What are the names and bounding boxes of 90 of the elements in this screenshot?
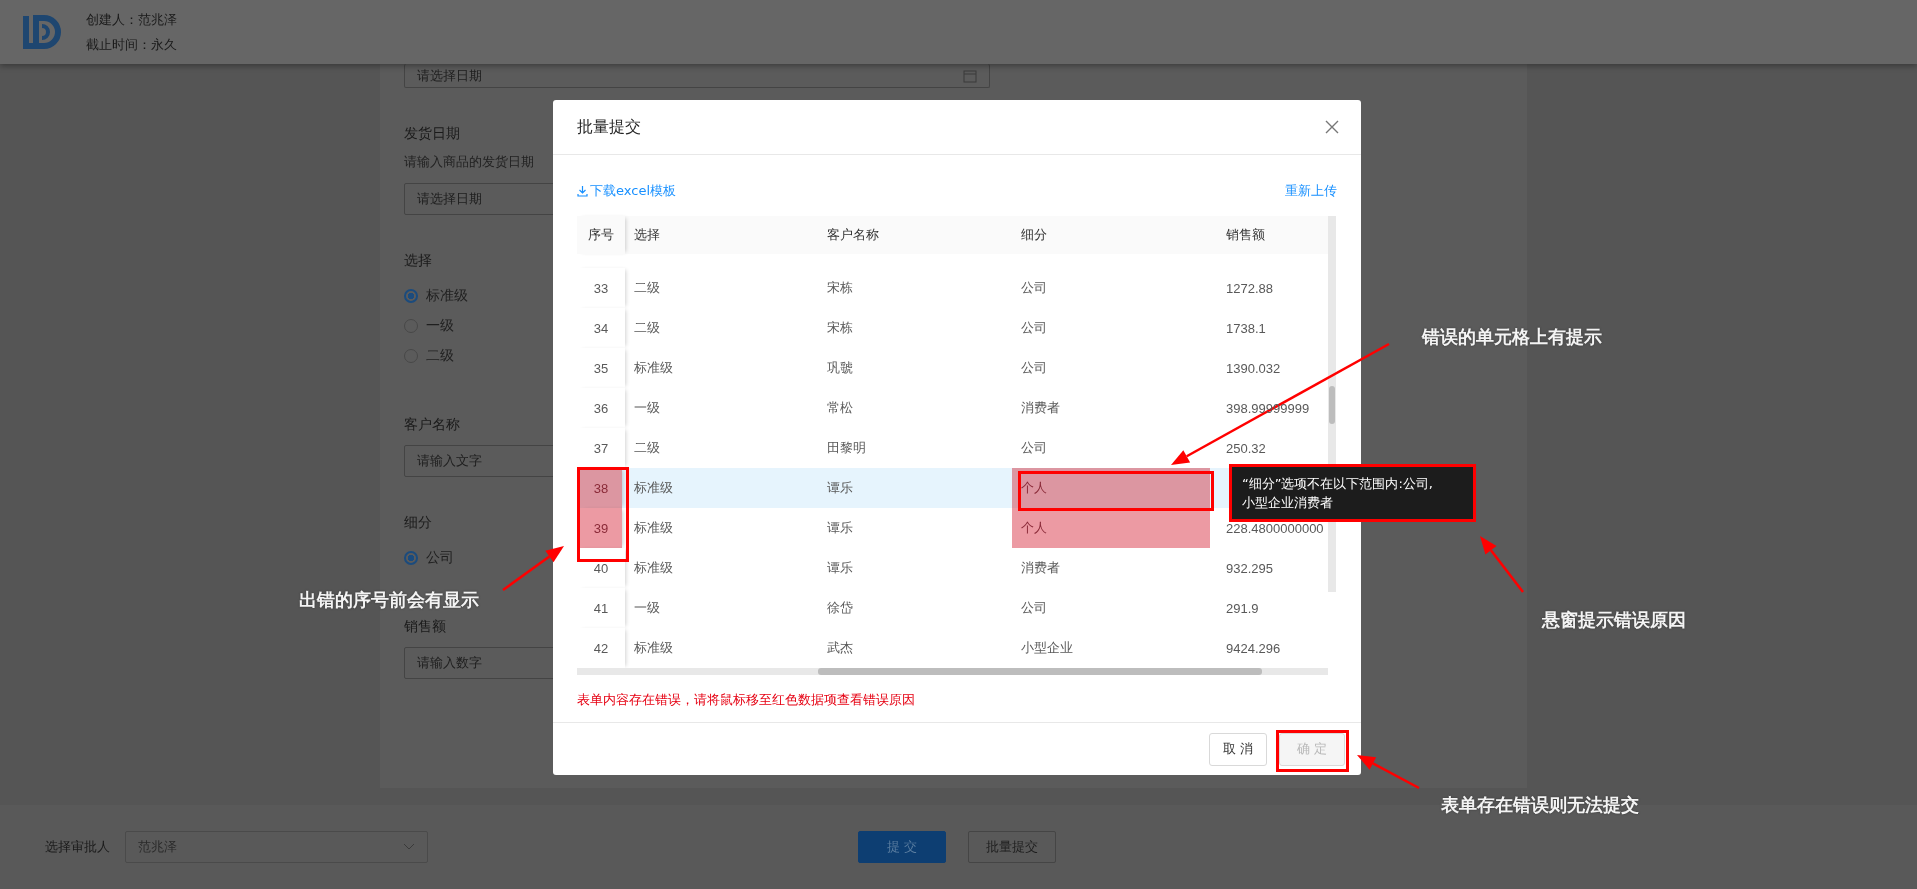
caret-icon (403, 843, 415, 851)
logo-icon (22, 12, 62, 52)
table-cell-text: 谭乐 (826, 559, 854, 577)
table-cell: 37 (577, 428, 625, 468)
table-cell-text: 常松 (826, 399, 854, 417)
annotation-text: 错误的单元格上有提示 (1422, 326, 1602, 348)
close-icon (1325, 120, 1339, 134)
table-cell-text: 1390.032 (1225, 359, 1282, 378)
arrow (502, 546, 564, 591)
table-cell-text: 公司 (1020, 439, 1048, 457)
table-cell-text: 228.4800000000 (1225, 519, 1325, 538)
approver-label: 选择审批人 (45, 838, 111, 856)
table-cell-text: 标准级 (633, 519, 674, 537)
field-label: 客户名称 (404, 415, 460, 434)
table-cell-text: 一级 (633, 599, 661, 617)
radio-button[interactable] (404, 289, 418, 303)
table-cell-text: 1738.1 (1225, 319, 1267, 338)
column-header: 选择 (633, 226, 661, 244)
table-cell: 个人 (1012, 508, 1210, 548)
table-row[interactable]: 42 标准级 武杰 小型企业 9424.296 (577, 628, 1328, 668)
field-label: 销售额 (404, 617, 446, 636)
table-cell: 36 (577, 388, 625, 428)
table-cell-text: 9424.296 (1225, 639, 1282, 658)
table-cell: 35 (577, 348, 625, 388)
table-cell-text: 田黎明 (826, 439, 867, 457)
table-cell-text: 标准级 (633, 479, 674, 497)
table-cell-text: 巩虢 (826, 359, 854, 377)
table-row[interactable]: 33 二级 宋栋 公司 1272.88 (577, 268, 1328, 308)
table-cell-text: 武杰 (826, 639, 854, 657)
error-message: 表单内容存在错误，请将鼠标移至红色数据项查看错误原因 (577, 691, 916, 709)
field-label: 选择 (404, 251, 432, 270)
table-cell: 38 (580, 468, 622, 508)
table-row[interactable]: 34 二级 宋栋 公司 1738.1 (577, 308, 1328, 348)
table-cell-text: 消费者 (1020, 399, 1061, 417)
table-cell-text: 谭乐 (826, 519, 854, 537)
table-cell-text: 宋栋 (826, 319, 854, 337)
arrow (1357, 755, 1420, 790)
table-row[interactable]: 37 二级 田黎明 公司 250.32 (577, 428, 1328, 468)
table-cell-text: 小型企业 (1020, 639, 1074, 657)
table-cell-text: 公司 (1020, 599, 1048, 617)
deadline-label: 截止时间：永久 (86, 35, 177, 54)
creator-label: 创建人：范兆泽 (86, 10, 177, 29)
radio-label: 标准级 (426, 287, 468, 305)
field-label: 发货日期 (404, 124, 460, 143)
download-icon (577, 185, 588, 197)
table-cell-text: 谭乐 (826, 479, 854, 497)
column-header: 细分 (1020, 226, 1048, 244)
annotation-text: 悬窗提示错误原因 (1542, 609, 1686, 631)
table-cell-text: 消费者 (1020, 559, 1061, 577)
radio-label: 一级 (426, 317, 454, 335)
table-cell: 33 (577, 268, 625, 308)
table-cell: 41 (577, 588, 625, 628)
table-cell-text: 二级 (633, 279, 661, 297)
table-cell-text: 宋栋 (826, 279, 854, 297)
table-cell-text: 1272.88 (1225, 279, 1274, 298)
radio-button[interactable] (404, 551, 418, 565)
table-row[interactable]: 40 标准级 谭乐 消费者 932.295 (577, 548, 1328, 588)
table-row[interactable]: 41 一级 徐岱 公司 291.9 (577, 588, 1328, 628)
table-cell: 42 (577, 628, 625, 668)
table-cell-text: 公司 (1020, 279, 1048, 297)
table-cell-text: 二级 (633, 319, 661, 337)
table-cell: 40 (577, 548, 625, 588)
table-cell-text: 二级 (633, 439, 661, 457)
table-cell: 34 (577, 308, 625, 348)
cancel-button[interactable]: 取 消 (1209, 732, 1267, 766)
calendar-icon (963, 68, 977, 83)
column-header: 序号 (577, 216, 625, 254)
table-cell: 39 (580, 508, 622, 548)
table-cell-text: 标准级 (633, 359, 674, 377)
table-cell: 个人 (1012, 468, 1210, 508)
table-cell-text: 250.32 (1225, 439, 1267, 458)
modal-title: 批量提交 (577, 116, 641, 138)
table-row[interactable]: 35 标准级 巩虢 公司 1390.032 (577, 348, 1328, 388)
field-label: 细分 (404, 513, 432, 532)
table-cell-text: 徐岱 (826, 599, 854, 617)
column-header: 客户名称 (826, 226, 880, 244)
arrow (1480, 536, 1524, 593)
table-cell-text: 标准级 (633, 559, 674, 577)
table-cell-text: 932.295 (1225, 559, 1274, 578)
table-cell-text: 291.9 (1225, 599, 1260, 618)
radio-label: 公司 (426, 549, 454, 567)
annotation-text: 表单存在错误则无法提交 (1441, 794, 1639, 816)
horizontal-scrollbar[interactable] (577, 668, 1328, 675)
error-tooltip: “细分”选项不在以下范围内:公司,小型企业消费者 (1232, 466, 1473, 520)
annotation-text: 出错的序号前会有显示 (299, 589, 479, 611)
table-cell-text: 标准级 (633, 639, 674, 657)
table-cell-text: 公司 (1020, 359, 1048, 377)
table-cell-text: 一级 (633, 399, 661, 417)
column-header: 销售额 (1225, 226, 1266, 244)
table-cell-text: 公司 (1020, 319, 1048, 337)
